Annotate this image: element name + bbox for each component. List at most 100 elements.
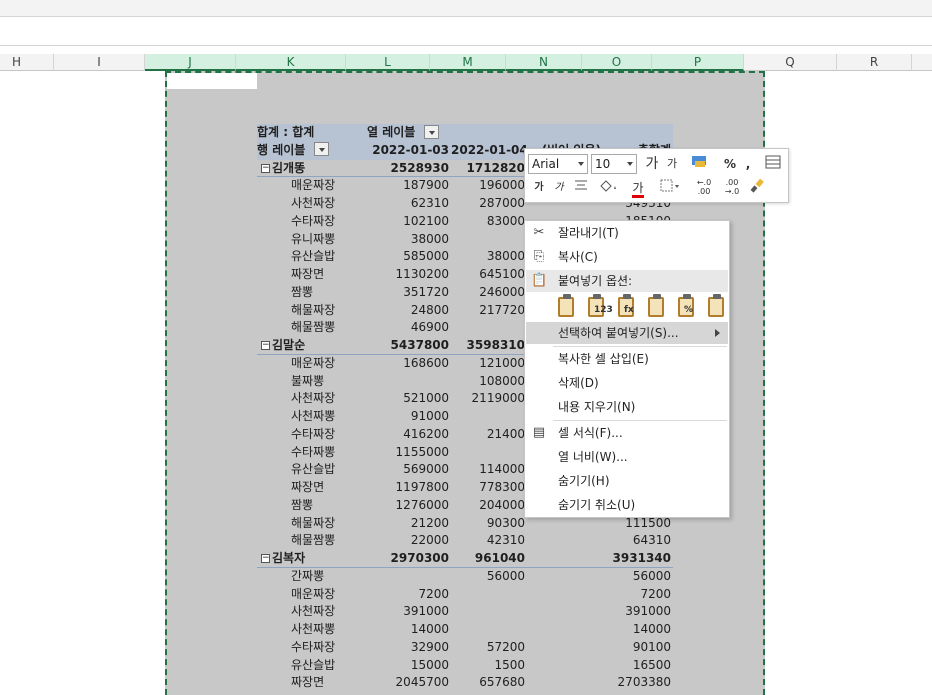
pivot-row[interactable]: 유산슬밥 15000 1500 16500 <box>257 657 673 675</box>
pivot-cell-l: 2528930 <box>390 160 449 175</box>
collapse-icon[interactable]: − <box>261 163 270 173</box>
pivot-cell-l: 391000 <box>403 604 449 619</box>
pivot-header-row-1: 합계 : 합계 열 레이블 <box>257 124 673 142</box>
pivot-cell-l: 91000 <box>410 409 449 423</box>
pivot-row[interactable]: 간짜뽕 56000 56000 <box>257 568 673 586</box>
format-cells-icon: ▤ <box>532 425 546 440</box>
paste-formulas-icon[interactable]: fx <box>615 294 639 320</box>
column-header[interactable]: Q <box>744 54 837 71</box>
pivot-cell-l <box>367 373 451 391</box>
pivot-row-label: 행 레이블 <box>257 142 306 157</box>
paste-options-row: 123 fx% <box>555 294 730 320</box>
menu-item-unhide[interactable]: 숨기기 취소(U) <box>526 494 728 516</box>
column-header[interactable]: J <box>145 54 236 71</box>
pivot-row-label: 짜장면 <box>291 267 325 281</box>
align-center-button[interactable] <box>571 178 591 198</box>
font-color-button[interactable]: 가 <box>625 178 651 198</box>
row-filter-dropdown[interactable] <box>313 142 329 157</box>
pivot-row[interactable]: 사천짜뽕 14000 14000 <box>257 621 673 639</box>
font-size-box[interactable]: 10 <box>591 154 637 174</box>
accounting-format-button[interactable] <box>685 154 715 174</box>
pivot-row-label: 해물짬뽕 <box>291 320 336 335</box>
pivot-group-row[interactable]: − 김복자 2970300 961040 3931340 <box>257 550 673 568</box>
pivot-cell-l: 187900 <box>403 178 449 193</box>
menu-item-cut[interactable]: ✂ 잘라내기(T) <box>526 222 728 244</box>
paste-link-icon[interactable] <box>705 294 729 320</box>
comma-style-button[interactable]: , <box>741 154 755 174</box>
menu-item-column-width[interactable]: 열 너비(W)... <box>526 446 728 468</box>
chevron-right-icon <box>715 329 720 337</box>
format-table-button[interactable] <box>763 154 783 174</box>
pivot-cell-l: 2045700 <box>395 675 449 690</box>
collapse-icon[interactable]: − <box>261 554 270 563</box>
pivot-row-label: 매운짜장 <box>291 355 336 370</box>
menu-item-delete[interactable]: 삭제(D) <box>526 372 728 394</box>
column-header[interactable]: N <box>506 54 582 71</box>
increase-decimal-button[interactable]: ←.0 .00 <box>691 178 717 198</box>
pivot-cell-l: 585000 <box>403 249 449 264</box>
pivot-cell-o: 64310 <box>632 533 671 548</box>
column-header[interactable]: M <box>430 54 506 71</box>
pivot-row-label: 짜장면 <box>291 675 325 690</box>
shrink-font-button[interactable]: 가 <box>663 154 681 174</box>
pivot-row[interactable]: 수타짜장 32900 57200 90100 <box>257 639 673 657</box>
pivot-row[interactable]: 해물짬뽕 22000 42310 64310 <box>257 532 673 550</box>
pivot-cell-m: 657680 <box>479 675 525 690</box>
white-cell-j1[interactable] <box>167 73 257 89</box>
pivot-row[interactable]: 매운짜장 7200 7200 <box>257 586 673 604</box>
menu-item-copy[interactable]: ⎘ 복사(C) <box>526 246 728 268</box>
paste-formatting-icon[interactable]: % <box>675 294 699 320</box>
chevron-down-icon[interactable] <box>627 162 633 166</box>
menu-item-paste-special[interactable]: 선택하여 붙여넣기(S)... <box>526 322 728 344</box>
column-header-row: HIJKLMNOPQR <box>0 54 932 71</box>
column-filter-dropdown[interactable] <box>423 124 439 139</box>
gap-strip <box>0 46 932 54</box>
pivot-cell-n <box>527 639 603 657</box>
pivot-row-label: 김개똥 <box>272 160 306 175</box>
font-name-box[interactable]: Arial <box>528 154 588 174</box>
copy-icon: ⎘ <box>533 249 545 264</box>
formula-bar[interactable] <box>0 17 932 46</box>
column-header[interactable]: P <box>652 54 744 71</box>
pivot-row[interactable]: 사천짜장 391000 391000 <box>257 603 673 621</box>
pivot-cell-l: 32900 <box>410 639 449 654</box>
pivot-cell-l: 38000 <box>410 231 449 246</box>
column-header[interactable]: I <box>54 54 145 71</box>
pivot-cell-l: 22000 <box>410 533 449 548</box>
pivot-cell-l: 46900 <box>410 320 449 335</box>
pivot-cell-l: 351720 <box>403 284 449 299</box>
column-header[interactable]: K <box>236 54 346 71</box>
format-painter-button[interactable] <box>747 178 767 198</box>
fill-color-button[interactable] <box>595 178 621 198</box>
menu-item-insert-copied[interactable]: 복사한 셀 삽입(E) <box>526 348 728 370</box>
bold-button[interactable]: 가 <box>531 178 547 198</box>
pivot-row-label: 불짜뽕 <box>291 373 325 388</box>
decrease-decimal-button[interactable]: .00 →.0 <box>719 178 745 198</box>
pivot-cell-n <box>527 550 603 568</box>
worksheet-grid[interactable]: 합계 : 합계 열 레이블 행 레이블 2022-01-03 2022-01-0… <box>0 71 932 695</box>
column-header[interactable]: H <box>0 54 54 71</box>
pivot-column-label: 열 레이블 <box>367 125 416 139</box>
italic-button[interactable]: 가 <box>551 178 567 198</box>
borders-button[interactable] <box>657 178 683 198</box>
paste-icon[interactable] <box>555 294 579 320</box>
menu-item-hide[interactable]: 숨기기(H) <box>526 470 728 492</box>
column-header[interactable]: O <box>582 54 652 71</box>
pivot-row-label: 매운짜장 <box>291 586 336 601</box>
pivot-cell-m: 114000 <box>479 462 525 477</box>
chevron-down-icon[interactable] <box>578 162 584 166</box>
column-header[interactable]: L <box>346 54 430 71</box>
paste-values-icon[interactable]: 123 <box>585 294 613 320</box>
collapse-icon[interactable]: − <box>261 341 270 350</box>
pivot-row-label: 김말순 <box>272 338 306 352</box>
column-header[interactable]: R <box>837 54 912 71</box>
pivot-cell-l: 102100 <box>403 213 449 228</box>
menu-item-clear-contents[interactable]: 내용 지우기(N) <box>526 396 728 418</box>
menu-item-format-cells[interactable]: ▤ 셀 서식(F)... <box>526 422 728 444</box>
pivot-sum-label: 합계 : 합계 <box>257 125 315 139</box>
grow-font-button[interactable]: 가 <box>643 154 661 174</box>
percent-style-button[interactable]: % <box>721 154 739 174</box>
paste-transpose-icon[interactable] <box>645 294 669 320</box>
pivot-row[interactable]: 짜장면 2045700 657680 2703380 <box>257 674 673 692</box>
pivot-cell-m: 108000 <box>479 373 525 388</box>
